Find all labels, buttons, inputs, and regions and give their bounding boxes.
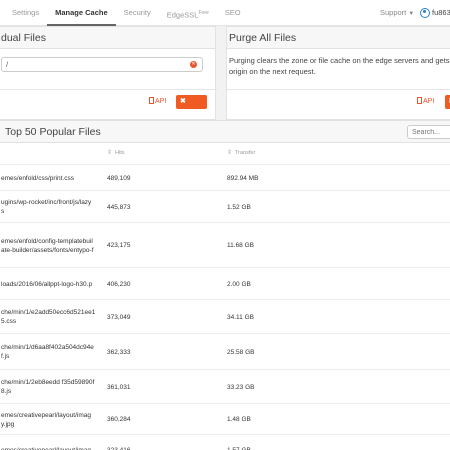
- purge-all-description: Purging clears the zone or file cache on…: [229, 55, 450, 77]
- table-row[interactable]: che/min/1/d6aa8f402a504dc94e f.js 362,333…: [0, 333, 450, 369]
- table-row[interactable]: loads/2016/06/allppt-logo-h30.p 406,230 2.…: [0, 267, 450, 299]
- support-label: Support: [380, 8, 407, 17]
- cell-path: emes/enfold/css/print.css: [1, 175, 74, 182]
- cell-transfer: 1.57 GB: [227, 446, 251, 450]
- cell-transfer: 1.48 GB: [227, 416, 251, 423]
- table-row[interactable]: emes/enfold/css/print.css 489,109 892.94 M…: [0, 164, 450, 190]
- column-header-hits-label: Hits: [115, 150, 125, 156]
- api-label: API: [423, 98, 435, 105]
- table-row[interactable]: emes/enfold/config-templatebuil ate-buil…: [0, 222, 450, 267]
- popular-files-panel: Top 50 Popular Files ⇕Hits ⇕Transfer eme…: [0, 120, 450, 450]
- cell-hits: 373,049: [107, 314, 131, 321]
- user-icon[interactable]: [420, 8, 430, 18]
- document-icon: [417, 97, 422, 104]
- cell-path: emes/enfold/config-templatebuil ate-buil…: [1, 238, 94, 254]
- sort-icon: ⇕: [227, 150, 233, 156]
- cell-transfer: 25.58 GB: [227, 349, 255, 356]
- tab-edgessl-label: EdgeSSL: [166, 10, 199, 20]
- purge-all-panel: Purge All Files Purging clears the zone …: [226, 26, 450, 120]
- cell-hits: 423,175: [107, 242, 131, 249]
- user-name[interactable]: fu8638: [432, 0, 450, 26]
- cell-transfer: 1.52 GB: [227, 204, 251, 211]
- document-icon: [149, 97, 154, 104]
- table-row[interactable]: emes/creativepearl/layout/imag y.jpg 360,…: [0, 403, 450, 434]
- purge-all-description-line1: Purging clears the zone or file cache on…: [229, 56, 450, 65]
- top-nav: Settings Manage Cache Security EdgeSSLFr…: [0, 0, 450, 26]
- tab-edgessl[interactable]: EdgeSSLFree: [159, 0, 217, 26]
- tab-settings[interactable]: Settings: [0, 0, 47, 26]
- purge-button-label: Purge: [180, 112, 200, 119]
- cell-hits: 445,873: [107, 204, 131, 211]
- purge-all-description-line2: origin on the next request.: [229, 67, 316, 76]
- chevron-down-icon: ▼: [408, 11, 415, 17]
- cell-path: che/min/1/d6aa8f402a504dc94e f.js: [1, 344, 94, 360]
- purge-individual-title: dual Files: [0, 27, 215, 49]
- cell-hits: 362,333: [107, 349, 131, 356]
- url-input[interactable]: [1, 57, 203, 72]
- cell-transfer: 11.68 GB: [227, 242, 254, 249]
- cell-hits: 323,416: [107, 446, 131, 450]
- tab-security[interactable]: Security: [116, 0, 159, 26]
- purge-button[interactable]: ✖ Purge: [176, 95, 207, 119]
- support-menu[interactable]: Support ▼: [380, 0, 414, 27]
- nav-tabs: Settings Manage Cache Security EdgeSSLFr…: [0, 0, 249, 26]
- search-input[interactable]: [407, 125, 450, 139]
- api-label: API: [155, 98, 167, 105]
- cell-transfer: 34.11 GB: [227, 314, 254, 321]
- table-row[interactable]: che/min/1/2eb8eedd f35d59890f 8.js 361,03…: [0, 369, 450, 403]
- cell-hits: 360,284: [107, 416, 131, 423]
- table-row[interactable]: che/min/1/e2add50ecc6d521ee1 5.css 373,04…: [0, 299, 450, 333]
- table-row[interactable]: emes/creativepearl/layout/imag 323,416 1.5…: [0, 434, 450, 450]
- free-badge: Free: [198, 10, 209, 16]
- cell-path: ugins/wp-rocket/inc/front/js/lazy s: [1, 199, 92, 215]
- cell-path: che/min/1/2eb8eedd f35d59890f 8.js: [1, 379, 95, 395]
- cell-path: che/min/1/e2add50ecc6d521ee1 5.css: [1, 309, 96, 325]
- api-link[interactable]: API: [149, 96, 166, 108]
- cell-path: loads/2016/06/allppt-logo-h30.p: [1, 281, 93, 288]
- column-header-transfer-label: Transfer: [235, 150, 256, 156]
- cell-transfer: 2.00 GB: [227, 281, 251, 288]
- sort-icon: ⇕: [107, 150, 113, 156]
- column-header-transfer[interactable]: ⇕ Transfer: [227, 143, 255, 163]
- cell-hits: 406,230: [107, 281, 131, 288]
- popular-files-header: Top 50 Popular Files: [0, 121, 450, 143]
- column-header-hits[interactable]: ⇕ Hits: [107, 143, 125, 163]
- cell-path: emes/creativepearl/layout/imag y.jpg: [1, 412, 91, 428]
- purge-individual-panel: dual Files ✕ API ✖ Purge: [0, 26, 217, 120]
- cell-transfer: 33.23 GB: [227, 384, 255, 391]
- api-link[interactable]: API: [417, 96, 434, 108]
- cell-hits: 361,031: [107, 384, 131, 391]
- clear-icon[interactable]: ✕: [190, 61, 197, 68]
- cell-path: emes/creativepearl/layout/imag: [1, 446, 101, 450]
- tab-manage-cache[interactable]: Manage Cache: [47, 0, 116, 26]
- divider: [227, 89, 450, 90]
- popular-files-title: Top 50 Popular Files: [5, 126, 101, 138]
- purge-all-button[interactable]: P: [445, 95, 450, 109]
- purge-all-title: Purge All Files: [227, 27, 450, 49]
- cell-hits: 489,109: [107, 175, 131, 182]
- table-row[interactable]: ugins/wp-rocket/inc/front/js/lazy s 445,8…: [0, 190, 450, 222]
- divider: [0, 89, 217, 90]
- cell-transfer: 892.94 MB: [227, 175, 259, 182]
- tab-seo[interactable]: SEO: [217, 0, 249, 26]
